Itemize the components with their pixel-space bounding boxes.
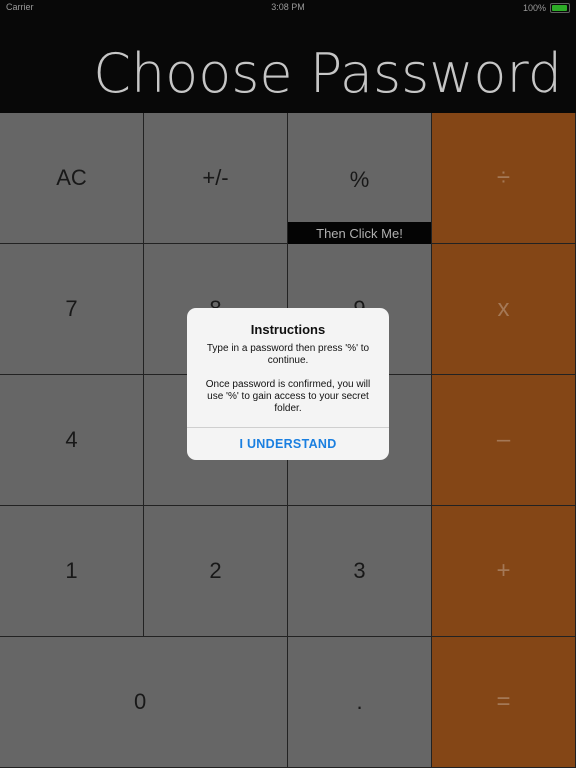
dialog-message: Type in a password then press '%' to con… [199, 343, 377, 415]
dialog-message-1: Type in a password then press '%' to con… [206, 343, 370, 366]
instructions-dialog: Instructions Type in a password then pre… [187, 308, 389, 460]
dialog-message-2: Once password is confirmed, you will use… [205, 379, 371, 414]
i-understand-button[interactable]: I UNDERSTAND [187, 428, 389, 460]
dialog-title: Instructions [250, 322, 326, 337]
